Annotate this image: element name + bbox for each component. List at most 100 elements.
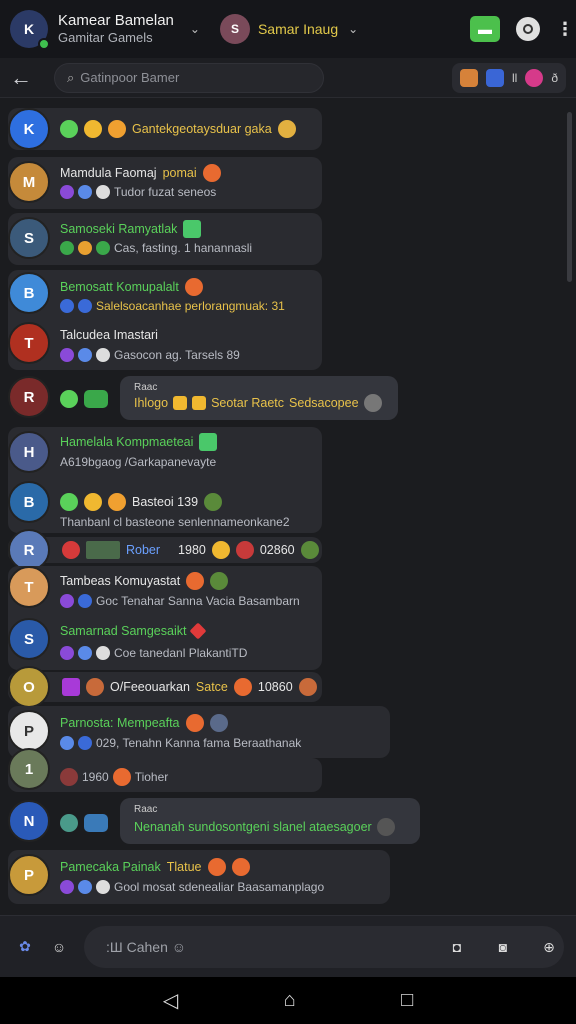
badge-icon [60, 880, 74, 894]
toolbar-actions: ll ð [451, 62, 566, 93]
top-bar: K Kamear Bamelan Gamitar Gamels ⌄ S Sama… [0, 0, 576, 58]
message-bubble[interactable]: S Samoseki Ramyatlak Cas, fasting. 1 han… [8, 213, 322, 265]
quoted-message[interactable]: Raac Ihlogo Seotar Raetc Sedsacopee [120, 376, 398, 420]
more-options-icon[interactable]: ⋮ [556, 19, 574, 40]
message-bubble[interactable]: B Bemosatt Komupalalt Salelsoacanhae per… [8, 270, 322, 370]
avatar[interactable]: S [8, 618, 50, 660]
avatar[interactable]: O [8, 666, 50, 708]
message-bubble[interactable]: T Tambeas Komuyastat Goc Tenahar Sanna V… [8, 566, 322, 670]
badge-icon [78, 594, 92, 608]
home-icon[interactable]: ⌂ [284, 989, 296, 1012]
flower-icon[interactable]: ✿ [12, 934, 38, 960]
emoji-icon[interactable]: ☺ [46, 934, 72, 960]
avatar[interactable]: P [8, 854, 50, 896]
emoji-icon [231, 858, 250, 876]
pause-icon[interactable]: ll [512, 71, 517, 85]
emoji-icon [60, 768, 78, 786]
sender-name: Tioher [134, 770, 169, 784]
emoji-icon [84, 493, 102, 511]
badge-icon [60, 736, 74, 750]
number-label: 02860 [259, 543, 295, 557]
avatar[interactable]: N [8, 800, 50, 842]
message-bubble[interactable]: H Hamelala Kompmaeteai A619bgaog /Garkap… [8, 427, 322, 533]
emoji-icon [376, 818, 395, 836]
avatar[interactable]: S [8, 217, 50, 259]
emoji-icon [173, 396, 188, 410]
message-bubble[interactable]: 1 1960 Tioher [8, 748, 322, 792]
media-icon[interactable]: ◙ [490, 934, 516, 960]
search-input[interactable]: ⌕ Gatinpoor Bamer [54, 62, 324, 93]
gallery-icon[interactable] [485, 68, 504, 87]
badge-icon [96, 241, 110, 255]
message-feed[interactable]: K Gantekgeotaysduar gaka M Mamdula Faoma… [0, 100, 576, 915]
badge-icon [60, 299, 74, 313]
avatar[interactable]: H [8, 431, 50, 473]
badge-icon [78, 880, 92, 894]
chevron-down-icon[interactable]: ⌄ [190, 22, 200, 36]
message-bubble[interactable]: P Pamecaka Painak Tlatue Gool mosat sden… [8, 850, 390, 904]
avatar[interactable]: B [8, 481, 50, 523]
chevron-down-icon: ⌄ [348, 22, 359, 36]
add-icon[interactable]: ⊕ [536, 934, 562, 960]
avatar[interactable]: K [8, 108, 50, 150]
message-bubble[interactable]: P Parnosta: Mempeafta 029, Tenahn Kanna … [8, 706, 390, 758]
number-label: 1960 [82, 770, 109, 784]
message-bubble[interactable]: R Rober 1980 02860 [8, 529, 322, 571]
message-bubble[interactable]: O O/Feeouarkan Satce 10860 [8, 666, 322, 708]
rank-icon [199, 433, 218, 451]
avatar[interactable]: B [8, 272, 50, 314]
avatar[interactable]: 1 [8, 748, 50, 790]
emoji-icon [108, 120, 126, 138]
chat-bubble-icon[interactable]: ▬ [470, 16, 500, 42]
search-placeholder: Gatinpoor Bamer [80, 70, 180, 85]
number-label: 1980 [178, 543, 206, 557]
recents-icon[interactable]: □ [401, 989, 413, 1012]
back-icon[interactable]: ◁ [163, 988, 178, 1013]
sender-name: Mamdula Faomaj [60, 166, 157, 180]
emoji-icon [192, 396, 207, 410]
avatar[interactable]: R [8, 376, 50, 418]
message-composer: ✿ ☺ :Ш Cahen ☺ ◘ ◙ ⊕ [0, 915, 576, 977]
peer-selector[interactable]: S Samar Inaug ⌄ [219, 14, 359, 44]
quoted-message[interactable]: Raac Nenanah sundosontgeni slanel ataesa… [120, 798, 420, 844]
account-info[interactable]: Kamear Bamelan Gamitar Gamels [58, 12, 174, 46]
back-arrow-icon[interactable]: ← [10, 65, 36, 91]
sticker-icon[interactable] [459, 68, 478, 87]
more-tools-icon[interactable]: ð [551, 71, 558, 85]
message-bubble[interactable]: K Gantekgeotaysduar gaka [8, 108, 322, 150]
emoji-icon [84, 120, 102, 138]
badge-icon [60, 348, 74, 362]
avatar[interactable]: T [8, 566, 50, 608]
record-icon[interactable] [516, 17, 540, 41]
avatar[interactable]: P [8, 710, 50, 752]
emoji-icon [207, 858, 226, 876]
peer-name: Samar Inaug [257, 21, 339, 37]
emoji-icon [62, 678, 80, 696]
avatar[interactable]: T [8, 322, 50, 364]
message-text: Goc Tenahar Sanna Vacia Basambarn [96, 594, 300, 608]
chat-icon [84, 390, 108, 408]
avatar[interactable]: R [8, 529, 50, 571]
quote-text: Ihlogo [134, 396, 169, 410]
emoji-icon [204, 493, 223, 511]
game-icon[interactable] [525, 68, 544, 87]
emoji-icon [211, 541, 230, 559]
message-text: Gantekgeotaysduar gaka [132, 122, 272, 136]
input-placeholder: :Ш Cahen ☺ [106, 938, 187, 955]
avatar[interactable]: M [8, 161, 50, 203]
account-name: Kamear Bamelan [58, 12, 174, 30]
message-text: Salelsoacanhae perlorangmuak: 31 [96, 299, 285, 313]
badge-icon [96, 646, 110, 660]
message-bubble[interactable]: M Mamdula Faomaj pomai Tudor fuzat seneo… [8, 157, 322, 209]
sender-name: O/Feeouarkan [110, 680, 190, 694]
sender-tag: Tlatue [166, 860, 202, 874]
search-bar: ← ⌕ Gatinpoor Bamer ll ð [0, 58, 576, 98]
account-avatar[interactable]: K [10, 10, 50, 50]
emoji-icon [298, 678, 317, 696]
emoji-icon [300, 541, 319, 559]
sender-name: Samoseki Ramyatlak [60, 222, 178, 236]
camera-icon[interactable]: ◘ [444, 934, 470, 960]
sender-name: Pamecaka Painak [60, 860, 161, 874]
badge-icon [96, 185, 110, 199]
scrollbar[interactable] [567, 112, 572, 282]
